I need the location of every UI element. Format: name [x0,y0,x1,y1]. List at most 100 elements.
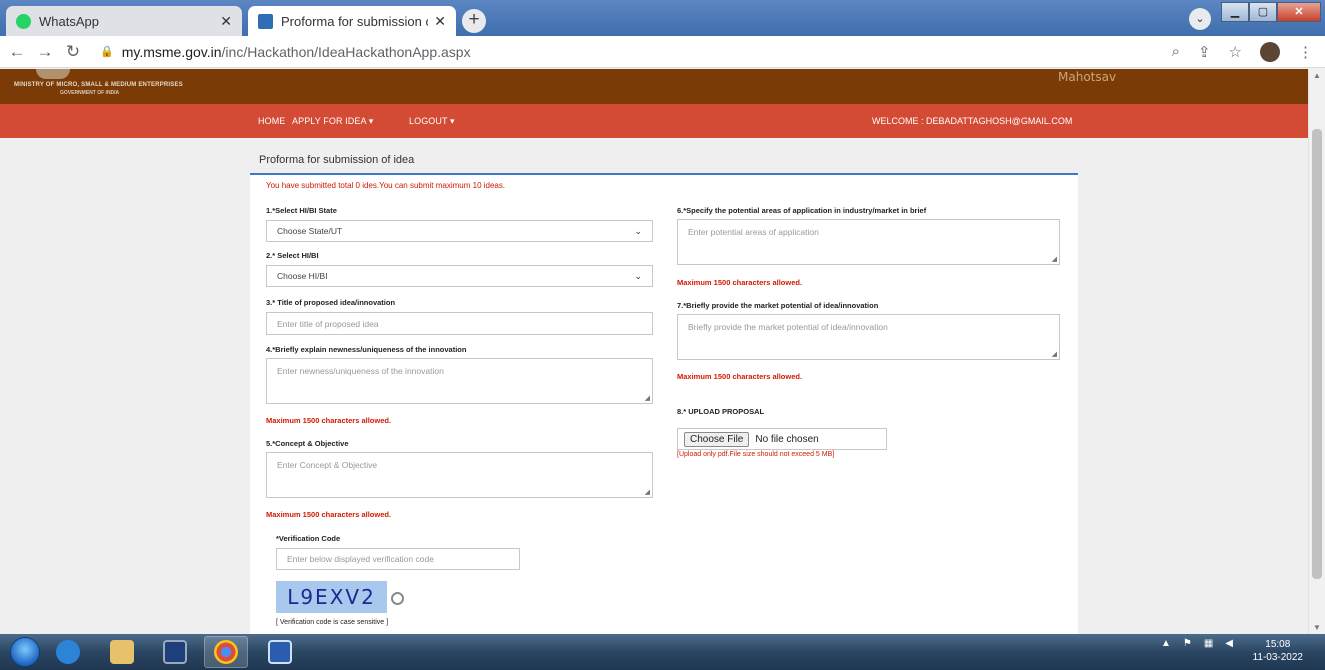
tab-title: Proforma for submission of idea [281,13,428,29]
market-potential-label: 7.*Briefly provide the market potential … [677,301,879,310]
window-controls: ⌄ ▁ ▢ ✕ [1189,2,1321,30]
application-areas-textarea[interactable]: Enter potential areas of application ◢ [677,219,1060,265]
menu-logout[interactable]: LOGOUT ▾ [409,116,455,127]
menu-apply-for-idea[interactable]: APPLY FOR IDEA ▾ [292,116,373,127]
captcha-image: L9EXV2 [276,581,387,613]
chrome-icon[interactable] [214,640,238,664]
page-title: Proforma for submission of idea [259,154,415,166]
menu-home[interactable]: HOME [258,116,285,126]
newness-label: 4.*Briefly explain newness/uniqueness of… [266,345,467,354]
market-potential-limit: Maximum 1500 characters allowed. [677,372,803,381]
government-name: GOVERNMENT OF INDIA [60,90,120,96]
share-icon[interactable]: ⇪ [1198,43,1211,61]
maximize-button[interactable]: ▢ [1249,2,1277,22]
application-areas-limit: Maximum 1500 characters allowed. [677,278,803,287]
taskbar: ▲ ⚑ ▦ ◀ 15:08 11-03-2022 [0,634,1325,670]
close-tab-icon[interactable]: ✕ [220,13,232,30]
close-tab-icon[interactable]: ✕ [434,13,446,30]
tab-whatsapp[interactable]: WhatsApp ✕ [6,6,242,36]
concept-textarea[interactable]: Enter Concept & Objective ◢ [266,452,653,498]
national-emblem-icon [36,69,70,79]
word-icon[interactable] [268,640,292,664]
hibi-select[interactable]: Choose HI/BI ⌄ [266,265,653,287]
welcome-text: WELCOME : DEBADATTAGHOSH@GMAIL.COM [872,116,1073,126]
zoom-icon[interactable]: ⌕ [1172,43,1180,60]
title-label: 3.* Title of proposed idea/innovation [266,298,396,307]
resize-grip-icon[interactable]: ◢ [1052,255,1057,263]
browser-tab-bar: WhatsApp ✕ Proforma for submission of id… [0,0,1325,36]
state-select-value: Choose State/UT [277,226,343,236]
file-status: No file chosen [755,433,819,445]
proposal-file-input[interactable]: Choose File No file chosen [677,428,887,450]
volume-icon[interactable]: ◀ [1225,638,1233,649]
application-areas-label: 6.*Specify the potential areas of applic… [677,206,927,215]
tab-search-icon[interactable]: ⌄ [1189,8,1211,30]
captcha-note: [ Verification code is case sensitive ] [276,619,389,626]
captcha-text: L9EXV2 [287,585,376,609]
upload-note: [Upload only pdf.File size should not ex… [677,451,835,458]
submission-notice: You have submitted total 0 ides.You can … [266,181,506,190]
hibi-label: 2.* Select HI/BI [266,251,319,260]
browser-toolbar: ← → ↻ 🔒 my.msme.gov.in /inc/Hackathon/Id… [0,36,1325,68]
file-explorer-icon[interactable] [110,640,134,664]
newness-placeholder: Enter newness/uniqueness of the innovati… [277,366,444,376]
scroll-down-icon[interactable]: ▼ [1313,623,1321,632]
clock[interactable]: 15:08 11-03-2022 [1253,638,1303,664]
close-window-button[interactable]: ✕ [1277,2,1321,22]
url-host: my.msme.gov.in [121,43,222,60]
application-areas-placeholder: Enter potential areas of application [688,227,819,237]
page-viewport: MINISTRY OF MICRO, SMALL & MEDIUM ENTERP… [0,69,1325,634]
network-icon[interactable]: ▦ [1204,638,1213,649]
upload-label: 8.* UPLOAD PROPOSAL [677,407,765,416]
verification-label: *Verification Code [276,534,341,543]
newness-limit: Maximum 1500 characters allowed. [266,416,392,425]
system-tray: ▲ ⚑ ▦ ◀ [1161,638,1233,649]
resize-grip-icon[interactable]: ◢ [645,394,650,402]
concept-placeholder: Enter Concept & Objective [277,460,378,470]
menu-kebab-icon[interactable]: ⋮ [1298,43,1313,61]
show-hidden-icons-icon[interactable]: ▲ [1161,638,1171,649]
address-bar[interactable]: 🔒 my.msme.gov.in /inc/Hackathon/IdeaHack… [100,44,1172,60]
reload-icon[interactable]: ↻ [62,42,84,62]
lock-icon: 🔒 [100,46,114,58]
scroll-up-icon[interactable]: ▲ [1313,71,1321,80]
verification-placeholder: Enter below displayed verification code [287,554,434,564]
start-button[interactable] [10,637,40,667]
state-label: 1.*Select HI/BI State [266,206,337,215]
main-menu: HOME APPLY FOR IDEA ▾ LOGOUT ▾ WELCOME :… [0,104,1308,138]
refresh-captcha-icon[interactable] [391,592,404,605]
forward-icon[interactable]: → [34,42,56,62]
site-header: MINISTRY OF MICRO, SMALL & MEDIUM ENTERP… [0,69,1308,104]
resize-grip-icon[interactable]: ◢ [1052,350,1057,358]
ministry-name: MINISTRY OF MICRO, SMALL & MEDIUM ENTERP… [14,82,183,88]
internet-explorer-icon[interactable] [56,640,80,664]
media-player-icon[interactable] [163,640,187,664]
verification-input[interactable]: Enter below displayed verification code [276,548,520,570]
flag-icon[interactable]: ⚑ [1183,638,1192,649]
whatsapp-icon [16,13,31,29]
idea-title-input[interactable]: Enter title of proposed idea [266,312,653,335]
choose-file-button[interactable]: Choose File [684,431,750,447]
state-select[interactable]: Choose State/UT ⌄ [266,220,653,242]
clock-date: 11-03-2022 [1252,652,1303,663]
clock-time: 15:08 [1265,639,1291,650]
concept-label: 5.*Concept & Objective [266,439,349,448]
profile-avatar[interactable] [1260,41,1280,62]
site-favicon-icon [258,13,273,29]
new-tab-button[interactable]: + [462,9,486,33]
resize-grip-icon[interactable]: ◢ [645,488,650,496]
bookmark-star-icon[interactable]: ☆ [1229,43,1242,61]
newness-textarea[interactable]: Enter newness/uniqueness of the innovati… [266,358,653,404]
tab-proforma[interactable]: Proforma for submission of idea ✕ [248,6,456,36]
scroll-thumb[interactable] [1312,129,1322,579]
market-potential-textarea[interactable]: Briefly provide the market potential of … [677,314,1060,360]
idea-title-placeholder: Enter title of proposed idea [277,318,379,329]
back-icon[interactable]: ← [6,42,28,62]
tab-title: WhatsApp [39,13,99,29]
chevron-down-icon: ⌄ [634,225,642,236]
hibi-select-value: Choose HI/BI [277,271,328,281]
minimize-button[interactable]: ▁ [1221,2,1249,22]
page-scrollbar[interactable]: ▲ ▼ [1308,69,1325,634]
market-potential-placeholder: Briefly provide the market potential of … [688,322,888,332]
concept-limit: Maximum 1500 characters allowed. [266,510,392,519]
